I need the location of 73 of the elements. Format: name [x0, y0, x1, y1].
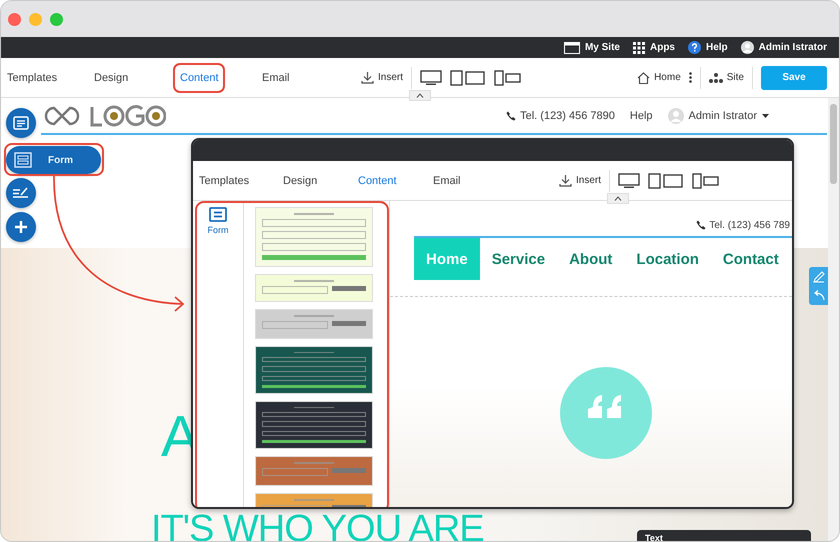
top-bar-link[interactable]: Admin Istrator — [740, 41, 827, 54]
top-bar-link[interactable]: Apps — [632, 42, 675, 54]
apps-grid-icon — [632, 42, 645, 54]
insert-button[interactable]: Insert — [559, 174, 602, 187]
editor-tab[interactable]: Design — [283, 174, 358, 186]
nav-link[interactable]: Service — [480, 238, 558, 280]
help-link[interactable]: Help — [630, 110, 653, 122]
tablet-icon[interactable] — [648, 172, 684, 188]
sitemap-icon — [708, 72, 723, 82]
nav-link[interactable]: Contact — [710, 238, 791, 280]
quote-icon — [560, 367, 652, 459]
user-menu[interactable]: Admin Istrator — [668, 108, 769, 124]
form-template-thumbnail[interactable] — [255, 401, 373, 449]
phone-icon[interactable] — [494, 70, 522, 86]
collapse-toolbar-handle[interactable] — [607, 192, 629, 204]
add-button[interactable] — [6, 212, 36, 242]
home-icon — [637, 72, 650, 84]
form-template-thumbnail[interactable] — [255, 207, 373, 267]
site-button[interactable]: Site — [708, 72, 744, 83]
top-bar-label: Apps — [650, 42, 675, 53]
form-icon — [14, 152, 32, 168]
form-template-thumbnail[interactable] — [255, 456, 373, 486]
top-bar-label: Admin Istrator — [758, 42, 827, 53]
desktop-icon[interactable] — [618, 172, 640, 188]
editor-tab[interactable]: Design — [87, 62, 171, 92]
undo-icon — [812, 290, 824, 302]
top-bar-link[interactable]: Help — [688, 41, 728, 54]
phone-handset-icon — [506, 110, 516, 120]
editor-tab[interactable]: Templates — [1, 62, 85, 92]
layout-icon — [13, 116, 29, 130]
download-icon — [559, 174, 572, 187]
edit-side-tab[interactable] — [809, 267, 828, 305]
download-icon — [361, 71, 374, 84]
form-template-thumbnail[interactable] — [255, 346, 373, 394]
tablet-icon[interactable] — [450, 70, 486, 86]
chevron-up-icon — [416, 92, 424, 98]
browser-window-icon — [564, 42, 580, 54]
scrollbar-thumb[interactable] — [830, 104, 837, 184]
plus-icon — [14, 220, 28, 234]
editor-tab[interactable]: Templates — [199, 174, 283, 186]
more-options-icon[interactable] — [688, 72, 692, 83]
nav-link[interactable]: Location — [624, 238, 711, 280]
avatar-icon — [668, 108, 684, 124]
phone-number: Tel. (123) 456 7890 — [506, 110, 615, 122]
phone-icon[interactable] — [692, 172, 720, 188]
editor-tab[interactable]: Content — [358, 174, 433, 186]
panel-title: Text — [645, 533, 664, 541]
layout-button[interactable] — [6, 108, 36, 138]
form-tool-button[interactable]: Form — [6, 146, 101, 174]
collapse-toolbar-handle[interactable] — [409, 90, 431, 100]
form-template-thumbnail[interactable] — [255, 274, 373, 302]
insert-button[interactable]: Insert — [361, 71, 404, 84]
avatar-icon — [740, 41, 754, 54]
pencil-icon — [812, 270, 824, 283]
form-template-thumbnail[interactable] — [255, 309, 373, 339]
phone-number: Tel. (123) 456 789 — [390, 201, 792, 236]
editor-tab[interactable]: Email — [255, 62, 339, 92]
top-bar-link[interactable]: My Site — [564, 42, 620, 54]
top-bar-label: My Site — [584, 42, 620, 53]
nav-link[interactable]: About — [557, 238, 624, 280]
chevron-up-icon — [614, 196, 622, 200]
home-page-button[interactable]: Home — [637, 72, 681, 84]
phone-handset-icon — [696, 220, 706, 230]
editor-tab[interactable]: Content — [173, 62, 225, 92]
form-icon — [209, 207, 227, 222]
editor-tab[interactable]: Email — [433, 174, 508, 186]
top-bar-label: Help — [706, 42, 728, 53]
caret-icon — [762, 114, 769, 118]
desktop-icon[interactable] — [420, 70, 442, 86]
form-panel-tab[interactable]: Form — [193, 201, 244, 507]
edit-text-button[interactable] — [6, 178, 36, 208]
edit-text-icon — [12, 186, 30, 200]
help-icon — [688, 41, 701, 54]
